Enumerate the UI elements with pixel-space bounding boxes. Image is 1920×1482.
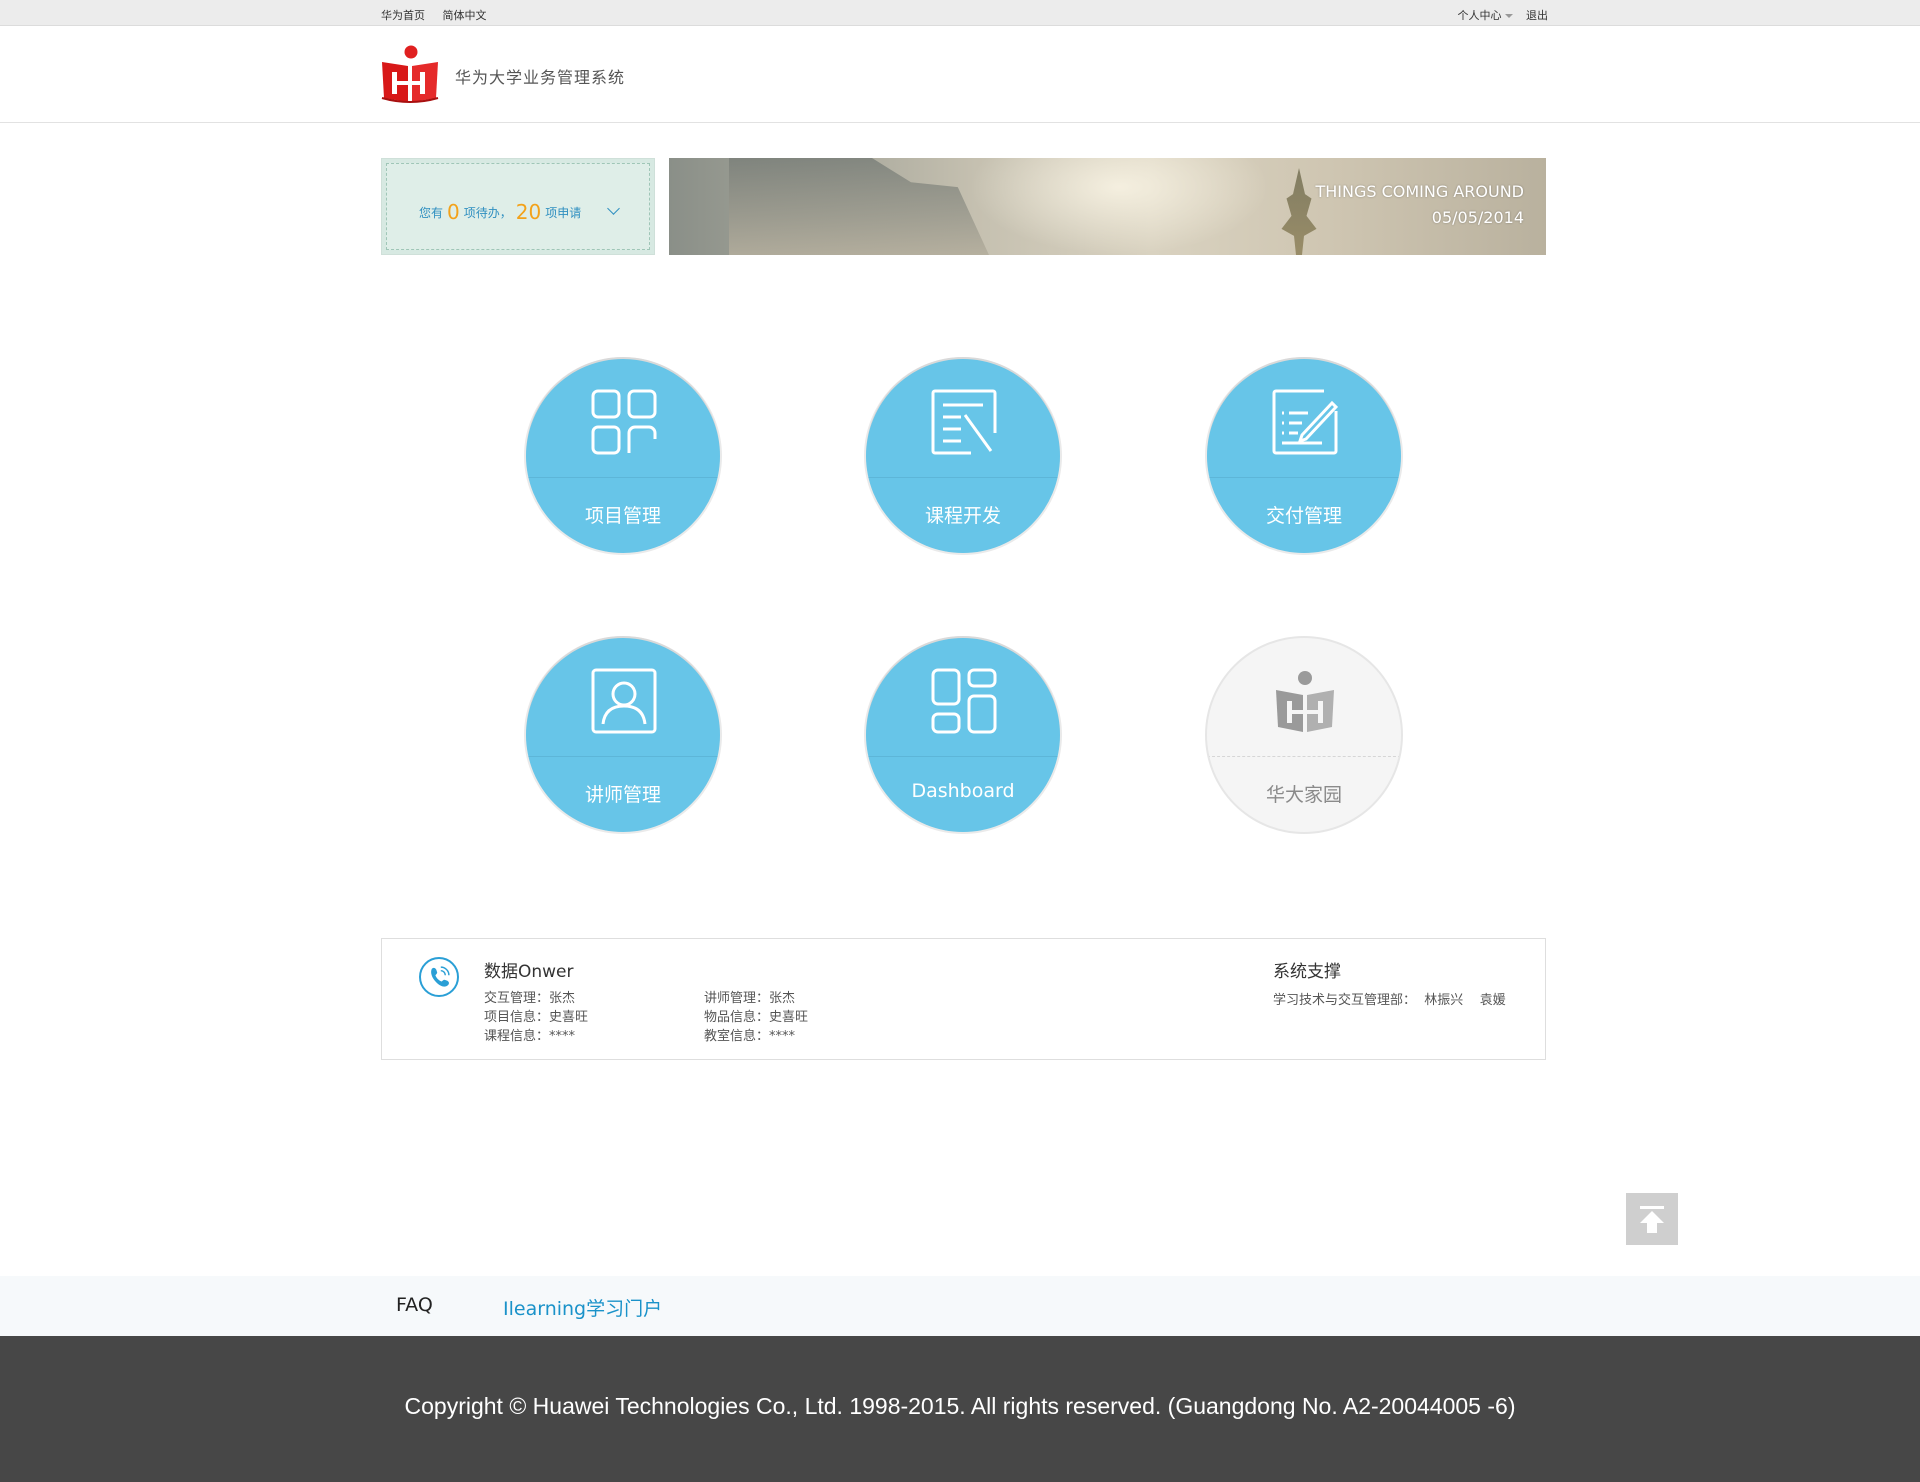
banner-cliff-image (729, 158, 989, 255)
logout-link[interactable]: 退出 (1526, 9, 1548, 22)
tile-label: Dashboard (911, 780, 1015, 802)
chevron-down-icon (1504, 14, 1513, 18)
tile-delivery-management[interactable]: 交付管理 (1207, 359, 1401, 553)
site-header: 华为大学业务管理系统 (0, 26, 1920, 123)
chevron-down-icon[interactable] (607, 202, 620, 215)
faq-link[interactable]: FAQ (396, 1294, 433, 1316)
tile-divider (526, 756, 720, 757)
user-icon (591, 668, 657, 734)
tile-label: 讲师管理 (584, 784, 661, 806)
tile-divider (526, 477, 720, 478)
banner-date: 05/05/2014 (1431, 208, 1524, 227)
tile-project-management[interactable]: 项目管理 (526, 359, 720, 553)
copyright-text: Copyright © Huawei Technologies Co., Ltd… (404, 1393, 1516, 1419)
banner-headline: THINGS COMING AROUND (1315, 182, 1524, 201)
ilearning-portal-link[interactable]: Ilearning学习门户 (503, 1294, 662, 1321)
owner-line: 课程信息：**** (484, 1029, 576, 1044)
dashboard-icon (931, 668, 997, 734)
language-selector[interactable]: 简体中文 (443, 9, 487, 22)
tile-label: 交付管理 (1265, 505, 1342, 527)
huawei-logo-icon (1276, 671, 1334, 732)
tile-divider (866, 756, 1060, 757)
todo-summary-text: 您有 0 项待办， 20 项申请 (419, 200, 581, 224)
tile-lecturer-management[interactable]: 讲师管理 (526, 638, 720, 832)
footer-nav: FAQ Ilearning学习门户 (0, 1276, 1920, 1336)
phone-icon (419, 957, 459, 997)
owner-list-right: 讲师管理：张杰 物品信息：史喜旺 教室信息：**** (704, 989, 808, 1046)
huawei-university-logo[interactable] (380, 44, 440, 104)
system-support-title: 系统支撑 (1273, 962, 1341, 982)
tile-label: 华大家园 (1265, 784, 1342, 806)
owner-line: 物品信息：史喜旺 (704, 1010, 809, 1025)
system-title: 华为大学业务管理系统 (455, 68, 626, 87)
grid-icon (591, 389, 657, 455)
contact-info-panel: 数据Onwer 交互管理：张杰 项目信息：史喜旺 课程信息：**** 讲师管理：… (381, 938, 1546, 1060)
owner-line: 项目信息：史喜旺 (484, 1010, 589, 1025)
pending-count[interactable]: 0 (447, 200, 460, 224)
tile-course-development[interactable]: 课程开发 (866, 359, 1060, 553)
todo-summary-box[interactable]: 您有 0 项待办， 20 项申请 (381, 158, 655, 255)
edit-document-icon (931, 389, 997, 455)
owner-line: 讲师管理：张杰 (704, 991, 796, 1006)
tile-huada-home[interactable]: 华大家园 (1207, 638, 1401, 832)
todo-summary-inner: 您有 0 项待办， 20 项申请 (386, 163, 650, 250)
tile-label: 项目管理 (584, 505, 661, 527)
personal-center-label: 个人中心 (1457, 9, 1502, 22)
personal-center-menu[interactable]: 个人中心 (1458, 9, 1513, 22)
owner-list-left: 交互管理：张杰 项目信息：史喜旺 课程信息：**** (484, 989, 588, 1046)
todo-prefix: 您有 (419, 206, 444, 220)
data-owner-title: 数据Onwer (484, 962, 574, 982)
owner-line: 教室信息：**** (704, 1029, 796, 1044)
tile-divider (1207, 477, 1401, 478)
request-count[interactable]: 20 (516, 200, 541, 224)
copyright-bar: Copyright © Huawei Technologies Co., Ltd… (0, 1336, 1920, 1482)
system-support-text: 学习技术与交互管理部： 林振兴 袁媛 (1273, 993, 1506, 1008)
back-to-top-button[interactable] (1626, 1193, 1678, 1245)
tile-label: 课程开发 (924, 505, 1001, 527)
tile-dashboard[interactable]: Dashboard (866, 638, 1060, 832)
owner-line: 交互管理：张杰 (484, 991, 576, 1006)
banner-haze (969, 158, 1269, 255)
top-utility-bar: 华为首页 简体中文 个人中心 退出 (0, 0, 1920, 26)
pending-label: 项待办， (463, 206, 512, 220)
checklist-edit-icon (1272, 389, 1338, 455)
hero-banner: THINGS COMING AROUND 05/05/2014 (669, 158, 1546, 255)
tile-divider (1207, 756, 1401, 757)
tile-divider (866, 477, 1060, 478)
arrow-up-icon (1640, 1206, 1664, 1233)
huawei-home-link[interactable]: 华为首页 (381, 9, 425, 22)
request-label: 项申请 (545, 206, 582, 220)
